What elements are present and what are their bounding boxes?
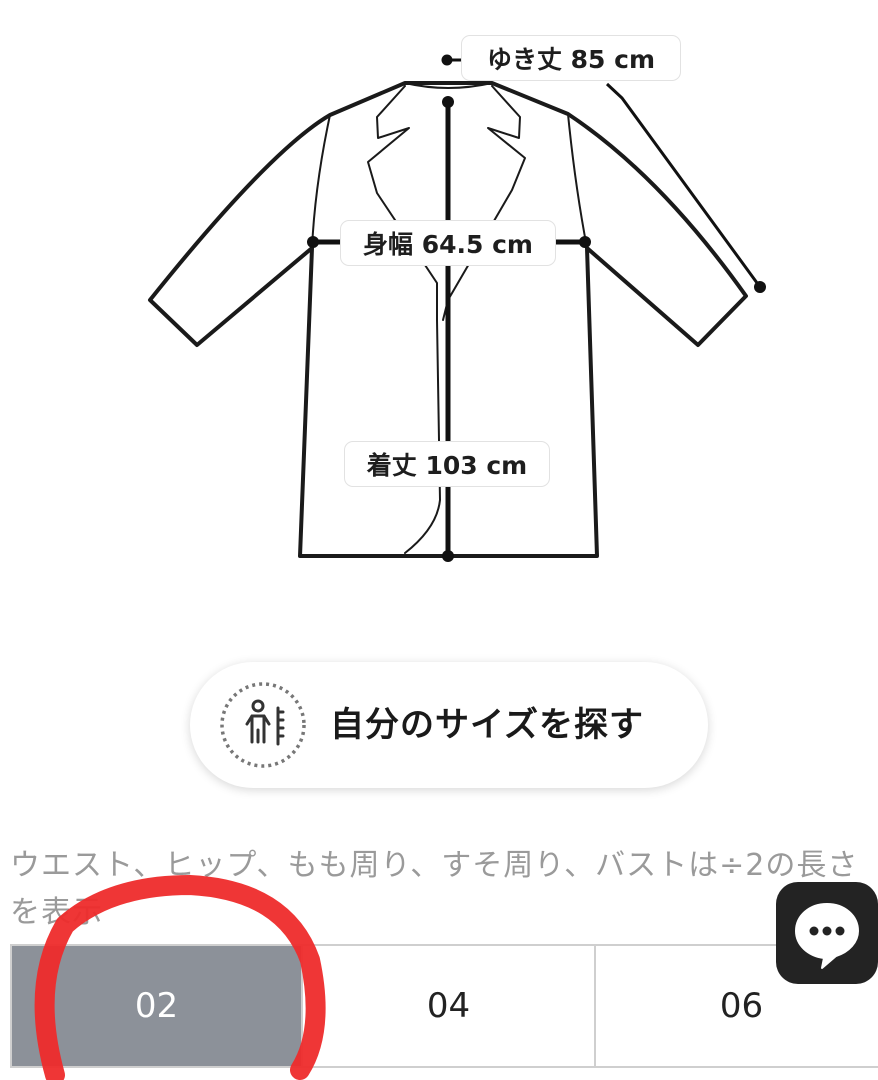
chest-width-text: 身幅 64.5 cm — [363, 230, 533, 259]
size-diagram: ゆき丈 85 cm 身幅 64.5 cm 着丈 103 cm — [0, 0, 878, 600]
size-option-04[interactable]: 04 — [303, 946, 596, 1066]
size-option-label: 04 — [426, 986, 471, 1026]
body-measure-icon — [220, 682, 306, 768]
find-my-size-button[interactable]: 自分のサイズを探す — [190, 662, 708, 788]
sleeve-length-label: ゆき丈 85 cm — [461, 35, 681, 81]
body-length-label: 着丈 103 cm — [344, 441, 550, 487]
chest-width-label: 身幅 64.5 cm — [340, 220, 556, 266]
jacket-outline-illustration — [148, 54, 766, 562]
body-length-text: 着丈 103 cm — [366, 451, 528, 480]
chat-button[interactable] — [776, 882, 878, 984]
chat-bubble-icon — [795, 903, 859, 969]
size-option-02[interactable]: 02 — [10, 946, 303, 1066]
size-option-label: 06 — [719, 986, 764, 1026]
measurement-note: ウエスト、ヒップ、もも周り、すそ周り、バストは÷2の長さを表示 — [10, 848, 859, 930]
size-option-label: 02 — [134, 986, 179, 1026]
find-my-size-label: 自分のサイズを探す — [330, 705, 644, 745]
size-selector: 02 04 06 — [10, 944, 878, 1068]
sleeve-length-text: ゆき丈 85 cm — [486, 45, 656, 74]
